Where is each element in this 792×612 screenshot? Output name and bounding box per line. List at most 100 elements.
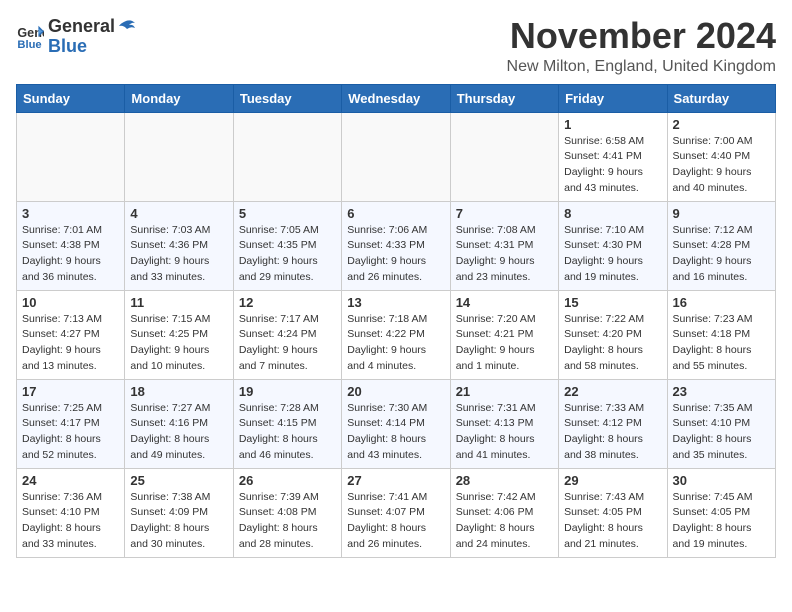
day-number: 4	[130, 206, 227, 221]
calendar-cell: 17 Sunrise: 7:25 AM Sunset: 4:17 PM Dayli…	[17, 379, 125, 468]
calendar-cell: 14 Sunrise: 7:20 AM Sunset: 4:21 PM Dayli…	[450, 290, 558, 379]
day-number: 9	[673, 206, 770, 221]
calendar-cell: 9 Sunrise: 7:12 AM Sunset: 4:28 PM Daylig…	[667, 201, 775, 290]
day-number: 10	[22, 295, 119, 310]
calendar-week-row: 1Sunrise: 6:58 AM Sunset: 4:41 PM Daylig…	[17, 112, 776, 201]
day-info: Sunrise: 7:00 AM Sunset: 4:40 PM Dayligh…	[673, 134, 770, 197]
month-title: November 2024	[507, 16, 776, 56]
calendar-cell: 13 Sunrise: 7:18 AM Sunset: 4:22 PM Dayli…	[342, 290, 450, 379]
day-number: 5	[239, 206, 336, 221]
calendar-cell: 1Sunrise: 6:58 AM Sunset: 4:41 PM Daylig…	[559, 112, 667, 201]
day-number: 23	[673, 384, 770, 399]
calendar-cell: 29 Sunrise: 7:43 AM Sunset: 4:05 PM Dayli…	[559, 468, 667, 557]
calendar-header-wednesday: Wednesday	[342, 84, 450, 112]
day-info: Sunrise: 7:06 AM Sunset: 4:33 PM Dayligh…	[347, 223, 444, 286]
day-info: Sunrise: 7:17 AM Sunset: 4:24 PM Dayligh…	[239, 312, 336, 375]
day-info: Sunrise: 7:22 AM Sunset: 4:20 PM Dayligh…	[564, 312, 661, 375]
calendar-cell: 25 Sunrise: 7:38 AM Sunset: 4:09 PM Dayli…	[125, 468, 233, 557]
day-info: Sunrise: 7:25 AM Sunset: 4:17 PM Dayligh…	[22, 401, 119, 464]
calendar-cell	[450, 112, 558, 201]
day-info: Sunrise: 7:01 AM Sunset: 4:38 PM Dayligh…	[22, 223, 119, 286]
logo-icon: General Blue	[16, 23, 44, 51]
day-number: 6	[347, 206, 444, 221]
calendar-cell	[342, 112, 450, 201]
calendar-header-row: SundayMondayTuesdayWednesdayThursdayFrid…	[17, 84, 776, 112]
calendar-table: SundayMondayTuesdayWednesdayThursdayFrid…	[16, 84, 776, 558]
day-info: Sunrise: 7:27 AM Sunset: 4:16 PM Dayligh…	[130, 401, 227, 464]
day-number: 7	[456, 206, 553, 221]
day-number: 30	[673, 473, 770, 488]
day-info: Sunrise: 7:15 AM Sunset: 4:25 PM Dayligh…	[130, 312, 227, 375]
day-number: 25	[130, 473, 227, 488]
day-info: Sunrise: 7:43 AM Sunset: 4:05 PM Dayligh…	[564, 490, 661, 553]
calendar-cell: 12Sunrise: 7:17 AM Sunset: 4:24 PM Dayli…	[233, 290, 341, 379]
calendar-header-tuesday: Tuesday	[233, 84, 341, 112]
day-info: Sunrise: 7:03 AM Sunset: 4:36 PM Dayligh…	[130, 223, 227, 286]
calendar-cell: 26 Sunrise: 7:39 AM Sunset: 4:08 PM Dayli…	[233, 468, 341, 557]
day-info: Sunrise: 7:18 AM Sunset: 4:22 PM Dayligh…	[347, 312, 444, 375]
day-number: 15	[564, 295, 661, 310]
calendar-cell: 28 Sunrise: 7:42 AM Sunset: 4:06 PM Dayli…	[450, 468, 558, 557]
day-number: 18	[130, 384, 227, 399]
title-block: November 2024 New Milton, England, Unite…	[507, 16, 776, 76]
calendar-header-saturday: Saturday	[667, 84, 775, 112]
calendar-cell	[233, 112, 341, 201]
calendar-cell: 3 Sunrise: 7:01 AM Sunset: 4:38 PM Daylig…	[17, 201, 125, 290]
calendar-header-monday: Monday	[125, 84, 233, 112]
day-number: 29	[564, 473, 661, 488]
calendar-cell	[17, 112, 125, 201]
calendar-cell: 15 Sunrise: 7:22 AM Sunset: 4:20 PM Dayli…	[559, 290, 667, 379]
calendar-cell: 22Sunrise: 7:33 AM Sunset: 4:12 PM Dayli…	[559, 379, 667, 468]
svg-text:Blue: Blue	[17, 39, 41, 51]
calendar-week-row: 17 Sunrise: 7:25 AM Sunset: 4:17 PM Dayli…	[17, 379, 776, 468]
day-info: Sunrise: 7:20 AM Sunset: 4:21 PM Dayligh…	[456, 312, 553, 375]
day-number: 13	[347, 295, 444, 310]
calendar-cell: 2 Sunrise: 7:00 AM Sunset: 4:40 PM Daylig…	[667, 112, 775, 201]
calendar-week-row: 3 Sunrise: 7:01 AM Sunset: 4:38 PM Daylig…	[17, 201, 776, 290]
day-info: Sunrise: 7:08 AM Sunset: 4:31 PM Dayligh…	[456, 223, 553, 286]
calendar-cell: 5 Sunrise: 7:05 AM Sunset: 4:35 PM Daylig…	[233, 201, 341, 290]
logo-bird-icon	[115, 18, 137, 40]
calendar-week-row: 10 Sunrise: 7:13 AM Sunset: 4:27 PM Dayli…	[17, 290, 776, 379]
day-number: 2	[673, 117, 770, 132]
day-number: 27	[347, 473, 444, 488]
day-number: 17	[22, 384, 119, 399]
day-number: 14	[456, 295, 553, 310]
day-number: 24	[22, 473, 119, 488]
day-number: 22	[564, 384, 661, 399]
location-title: New Milton, England, United Kingdom	[507, 58, 776, 76]
day-info: Sunrise: 7:35 AM Sunset: 4:10 PM Dayligh…	[673, 401, 770, 464]
calendar-cell: 21 Sunrise: 7:31 AM Sunset: 4:13 PM Dayli…	[450, 379, 558, 468]
calendar-cell: 19Sunrise: 7:28 AM Sunset: 4:15 PM Dayli…	[233, 379, 341, 468]
day-number: 26	[239, 473, 336, 488]
day-number: 16	[673, 295, 770, 310]
day-info: Sunrise: 7:41 AM Sunset: 4:07 PM Dayligh…	[347, 490, 444, 553]
calendar-cell: 6 Sunrise: 7:06 AM Sunset: 4:33 PM Daylig…	[342, 201, 450, 290]
day-number: 28	[456, 473, 553, 488]
day-info: Sunrise: 7:10 AM Sunset: 4:30 PM Dayligh…	[564, 223, 661, 286]
day-info: Sunrise: 7:12 AM Sunset: 4:28 PM Dayligh…	[673, 223, 770, 286]
day-info: Sunrise: 7:42 AM Sunset: 4:06 PM Dayligh…	[456, 490, 553, 553]
calendar-header-thursday: Thursday	[450, 84, 558, 112]
calendar-cell: 16Sunrise: 7:23 AM Sunset: 4:18 PM Dayli…	[667, 290, 775, 379]
calendar-week-row: 24Sunrise: 7:36 AM Sunset: 4:10 PM Dayli…	[17, 468, 776, 557]
day-info: Sunrise: 7:39 AM Sunset: 4:08 PM Dayligh…	[239, 490, 336, 553]
calendar-cell: 18 Sunrise: 7:27 AM Sunset: 4:16 PM Dayli…	[125, 379, 233, 468]
day-number: 1	[564, 117, 661, 132]
day-number: 21	[456, 384, 553, 399]
calendar-cell: 24Sunrise: 7:36 AM Sunset: 4:10 PM Dayli…	[17, 468, 125, 557]
calendar-cell: 30Sunrise: 7:45 AM Sunset: 4:05 PM Dayli…	[667, 468, 775, 557]
calendar-cell: 8 Sunrise: 7:10 AM Sunset: 4:30 PM Daylig…	[559, 201, 667, 290]
day-number: 19	[239, 384, 336, 399]
day-number: 20	[347, 384, 444, 399]
day-number: 3	[22, 206, 119, 221]
day-info: Sunrise: 7:38 AM Sunset: 4:09 PM Dayligh…	[130, 490, 227, 553]
day-info: Sunrise: 7:05 AM Sunset: 4:35 PM Dayligh…	[239, 223, 336, 286]
day-info: Sunrise: 7:30 AM Sunset: 4:14 PM Dayligh…	[347, 401, 444, 464]
calendar-header-sunday: Sunday	[17, 84, 125, 112]
day-info: Sunrise: 7:31 AM Sunset: 4:13 PM Dayligh…	[456, 401, 553, 464]
day-number: 11	[130, 295, 227, 310]
calendar-header-friday: Friday	[559, 84, 667, 112]
day-info: Sunrise: 7:13 AM Sunset: 4:27 PM Dayligh…	[22, 312, 119, 375]
day-number: 8	[564, 206, 661, 221]
